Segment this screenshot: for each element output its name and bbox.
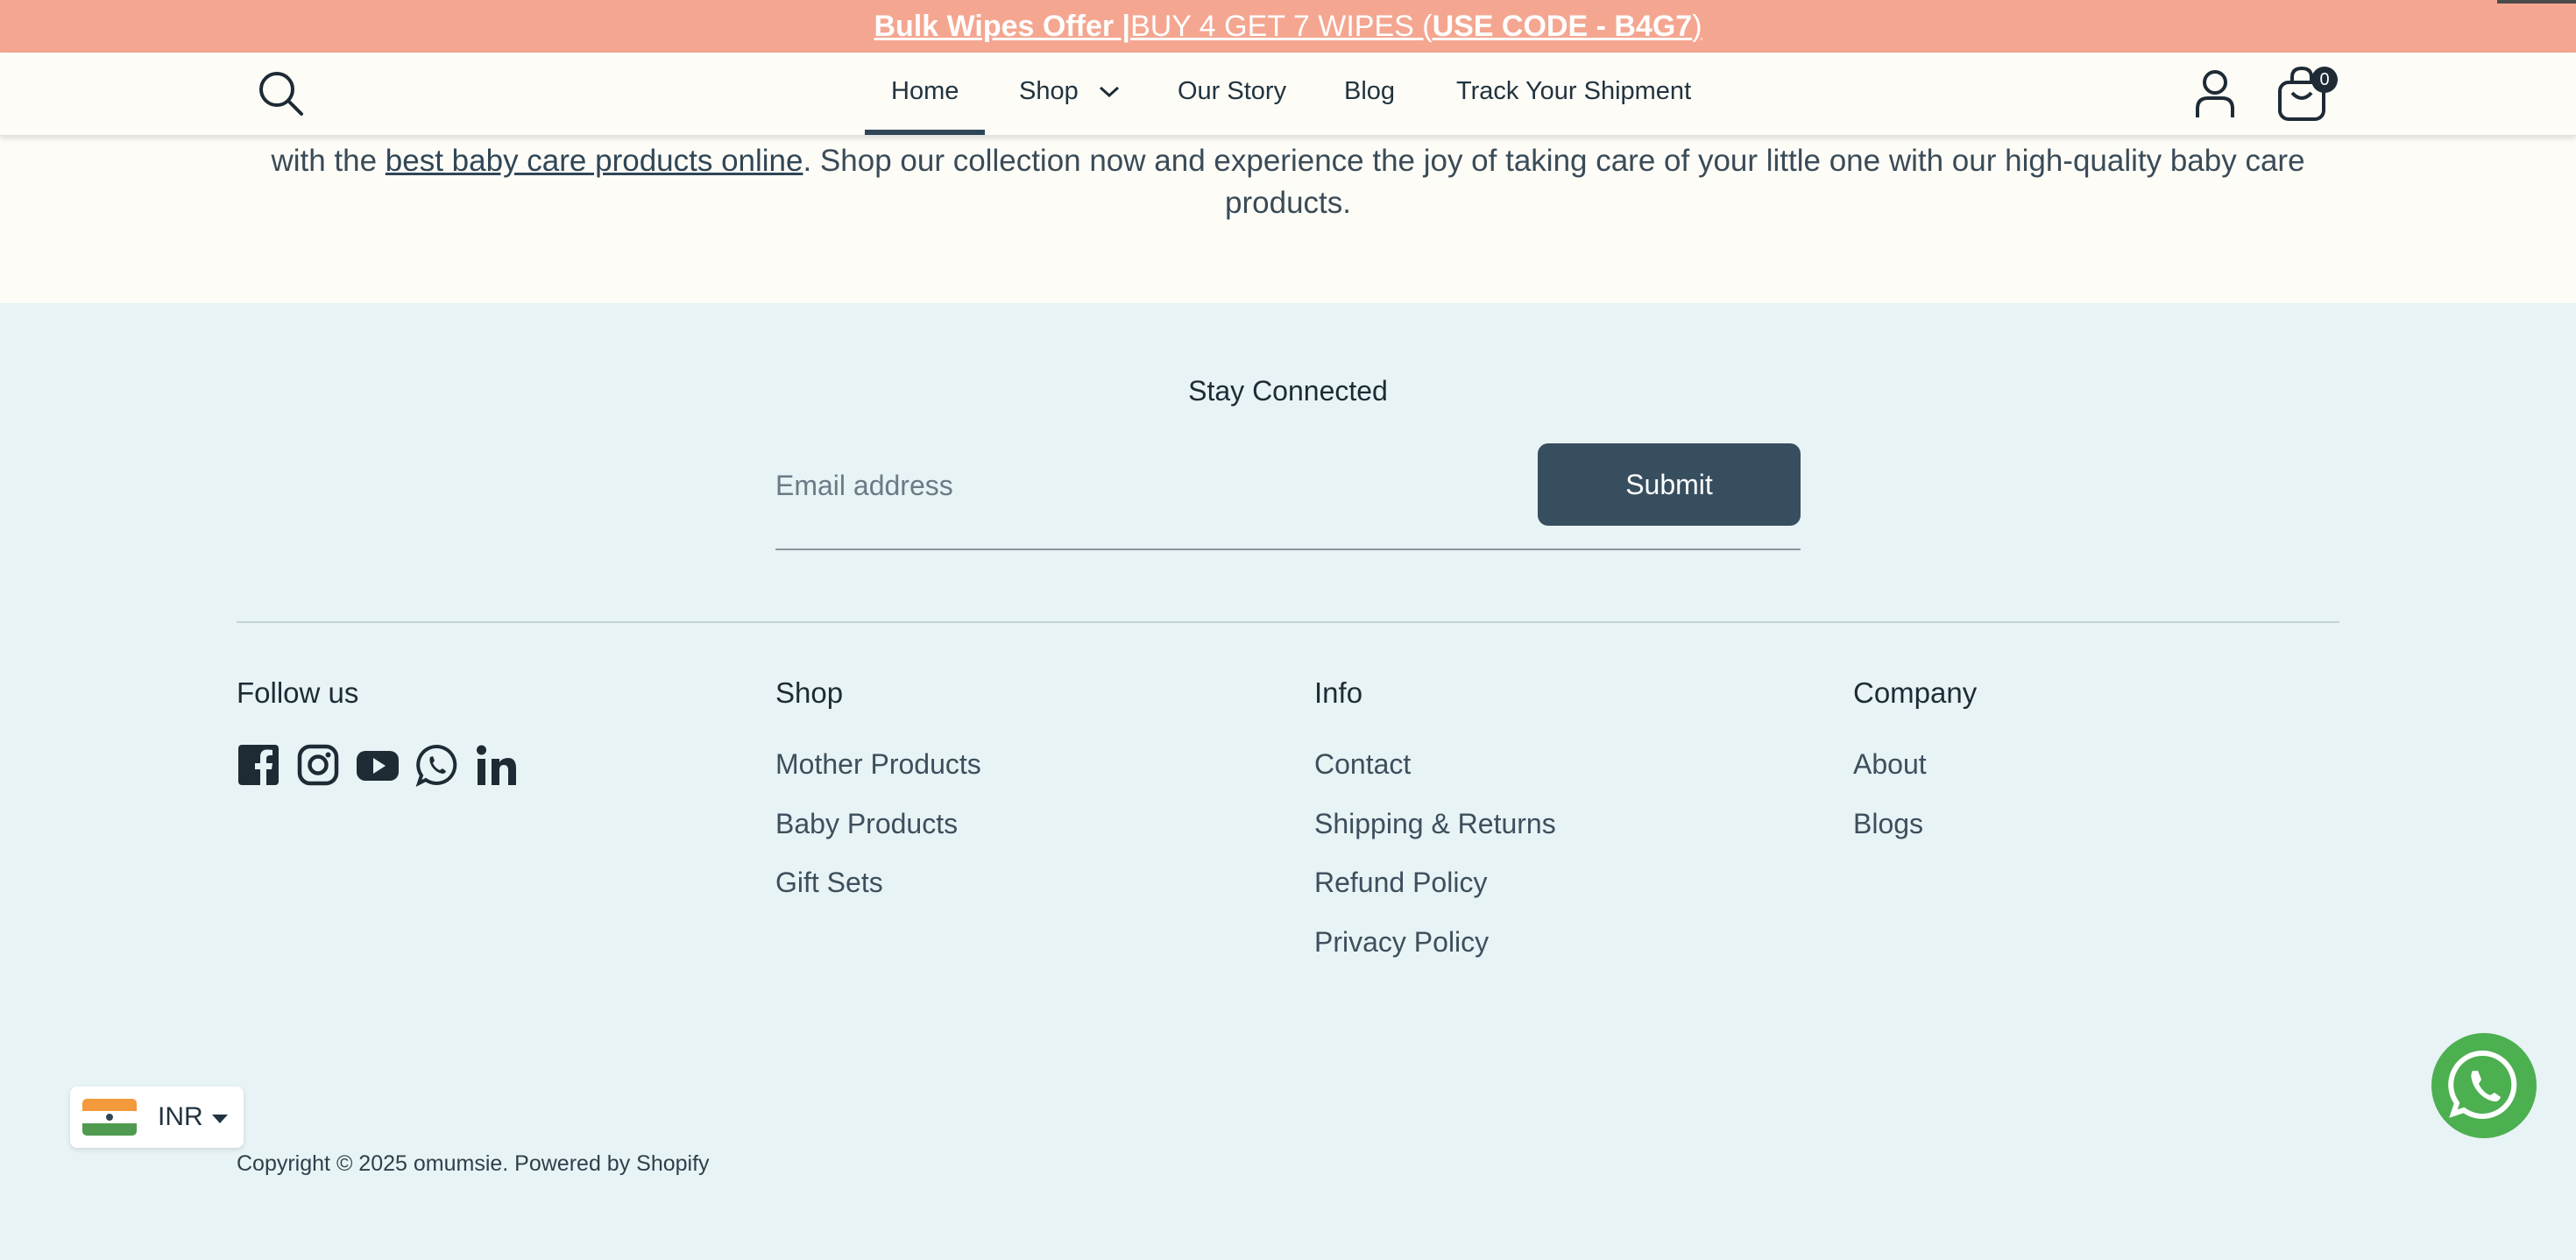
company-column-title: Company bbox=[1853, 676, 1978, 709]
nav-track-shipment[interactable]: Track Your Shipment bbox=[1456, 77, 1691, 106]
nav-shop-label: Shop bbox=[1019, 77, 1079, 105]
intro-section: with the best baby care products online.… bbox=[0, 135, 2576, 303]
footer-shop-column: Shop Mother Products Baby Products Gift … bbox=[775, 676, 981, 926]
email-underline bbox=[775, 549, 1801, 550]
footer-divider bbox=[237, 621, 2339, 623]
copyright-text: Copyright © 2025 omumsie. Powered by Sho… bbox=[237, 1151, 710, 1176]
announcement-bar[interactable]: Bulk Wipes Offer | BUY 4 GET 7 WIPES ( U… bbox=[0, 0, 2576, 53]
footer-link-baby-products[interactable]: Baby Products bbox=[775, 808, 981, 867]
footer-company-column: Company About Blogs bbox=[1853, 676, 1977, 867]
footer-link-refund-policy[interactable]: Refund Policy bbox=[1314, 867, 1556, 926]
facebook-icon[interactable] bbox=[237, 743, 280, 787]
footer-link-about[interactable]: About bbox=[1853, 748, 1977, 808]
nav-home[interactable]: Home bbox=[891, 77, 959, 106]
footer-link-contact[interactable]: Contact bbox=[1314, 748, 1556, 808]
whatsapp-icon[interactable] bbox=[415, 743, 459, 787]
footer-link-shipping-returns[interactable]: Shipping & Returns bbox=[1314, 808, 1556, 867]
footer-link-privacy-policy[interactable]: Privacy Policy bbox=[1314, 926, 1556, 986]
announcement-offer-title[interactable]: Bulk Wipes Offer | bbox=[874, 10, 1130, 44]
nav-shop[interactable]: Shop bbox=[1019, 77, 1121, 106]
newsletter-form: Submit bbox=[775, 443, 1801, 550]
site-header: Home Shop Our Story Blog Track Your Ship… bbox=[0, 53, 2576, 136]
nav-active-indicator bbox=[865, 130, 985, 135]
announcement-offer-detail[interactable]: BUY 4 GET 7 WIPES ( bbox=[1130, 10, 1433, 44]
nav-blog[interactable]: Blog bbox=[1344, 77, 1395, 106]
chevron-down-icon bbox=[1099, 87, 1119, 98]
submit-button[interactable]: Submit bbox=[1538, 443, 1801, 526]
whatsapp-chat-button[interactable] bbox=[2431, 1032, 2537, 1139]
social-links bbox=[237, 743, 519, 787]
follow-us-title: Follow us bbox=[237, 676, 359, 709]
newsletter-title: Stay Connected bbox=[1188, 375, 1388, 407]
announcement-close-paren: ) bbox=[1692, 9, 1702, 43]
window-corner bbox=[2497, 0, 2576, 4]
footer-info-column: Info Contact Shipping & Returns Refund P… bbox=[1314, 676, 1556, 985]
shop-column-title: Shop bbox=[775, 676, 844, 709]
youtube-icon[interactable] bbox=[356, 743, 400, 787]
account-button[interactable] bbox=[2190, 67, 2240, 121]
email-field[interactable] bbox=[775, 443, 1520, 527]
instagram-icon[interactable] bbox=[296, 743, 340, 787]
footer-link-blogs[interactable]: Blogs bbox=[1853, 808, 1977, 867]
currency-code: INR bbox=[158, 1102, 203, 1131]
intro-text-prefix: with the bbox=[271, 144, 386, 178]
cart-count-badge: 0 bbox=[2311, 67, 2338, 93]
footer-link-gift-sets[interactable]: Gift Sets bbox=[775, 867, 981, 926]
cart-button[interactable]: 0 bbox=[2275, 65, 2338, 124]
nav-our-story[interactable]: Our Story bbox=[1178, 77, 1286, 106]
intro-paragraph: with the best baby care products online.… bbox=[237, 140, 2339, 224]
whatsapp-float-icon bbox=[2431, 1033, 2537, 1138]
india-flag-icon bbox=[82, 1099, 137, 1136]
account-icon bbox=[2196, 70, 2234, 117]
caret-down-icon bbox=[212, 1115, 228, 1123]
footer-link-mother-products[interactable]: Mother Products bbox=[775, 748, 981, 808]
intro-text-suffix: . Shop our collection now and experience… bbox=[803, 144, 2305, 220]
announcement-offer-code[interactable]: USE CODE - B4G7 bbox=[1433, 10, 1693, 44]
footer-follow-column: Follow us bbox=[237, 676, 358, 715]
currency-selector[interactable]: INR bbox=[70, 1087, 244, 1148]
main-nav: Home Shop Our Story Blog Track Your Ship… bbox=[0, 53, 2576, 135]
info-column-title: Info bbox=[1314, 676, 1363, 709]
best-baby-care-link[interactable]: best baby care products online bbox=[386, 144, 803, 178]
linkedin-icon[interactable] bbox=[475, 743, 519, 787]
